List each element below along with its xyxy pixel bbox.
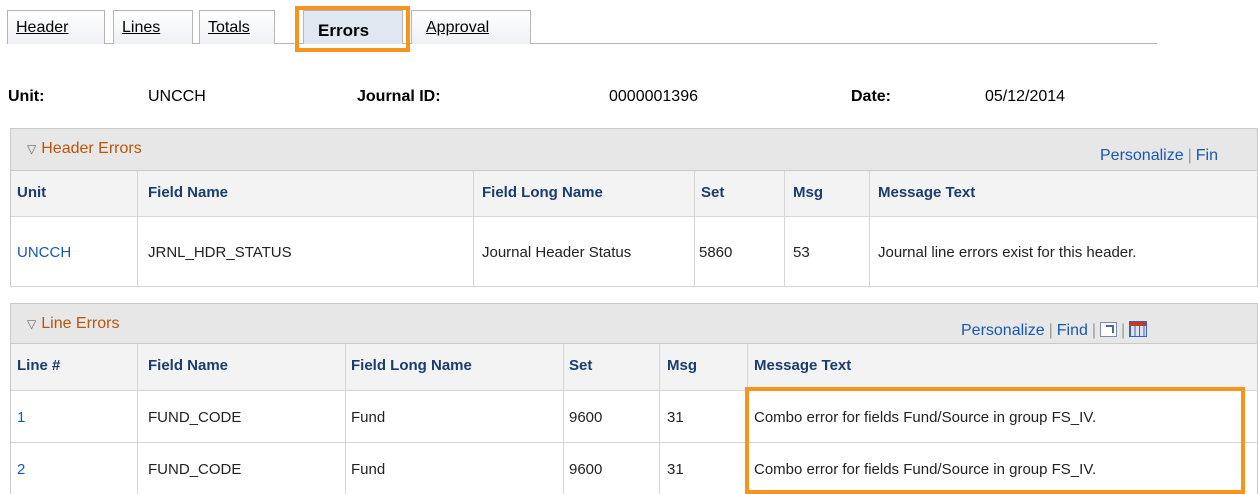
find-link[interactable]: Find bbox=[1057, 322, 1088, 339]
col-field-long-name[interactable]: Field Long Name bbox=[482, 184, 603, 201]
journal-id-value: 0000001396 bbox=[609, 88, 698, 105]
line-errors-links: Personalize | Find | | bbox=[961, 321, 1148, 340]
tab-totals[interactable]: Totals bbox=[199, 10, 275, 44]
header-errors-grid: ▽ Header Errors Personalize | Fin Unit Fiel… bbox=[10, 128, 1258, 287]
message-text-cell: Journal line errors exist for this heade… bbox=[878, 244, 1137, 261]
field-name-cell: FUND_CODE bbox=[148, 461, 242, 478]
divider bbox=[137, 344, 138, 494]
date-label: Date: bbox=[851, 88, 892, 105]
field-long-name-cell: Fund bbox=[351, 409, 386, 426]
msg-cell: 31 bbox=[667, 461, 684, 478]
header-errors-title-bar: ▽ Header Errors Personalize | Fin bbox=[11, 129, 1257, 171]
field-long-name-cell: Journal Header Status bbox=[482, 244, 632, 261]
col-msg[interactable]: Msg bbox=[667, 357, 697, 374]
find-link[interactable]: Fin bbox=[1196, 147, 1218, 164]
col-message-text[interactable]: Message Text bbox=[754, 357, 851, 374]
date-value: 05/12/2014 bbox=[985, 88, 1066, 105]
set-cell: 9600 bbox=[569, 461, 603, 478]
col-unit[interactable]: Unit bbox=[17, 184, 46, 201]
col-line-number[interactable]: Line # bbox=[17, 357, 60, 374]
col-msg[interactable]: Msg bbox=[793, 184, 823, 201]
line-errors-column-header: Line # Field Name Field Long Name Set Ms… bbox=[11, 344, 1257, 391]
col-set[interactable]: Set bbox=[569, 357, 592, 374]
divider bbox=[869, 171, 870, 287]
field-name-cell: JRNL_HDR_STATUS bbox=[148, 244, 292, 261]
divider bbox=[473, 171, 474, 287]
msg-cell: 53 bbox=[793, 244, 810, 261]
tab-lines[interactable]: Lines bbox=[113, 10, 193, 44]
download-spreadsheet-icon[interactable] bbox=[1129, 321, 1148, 337]
col-set[interactable]: Set bbox=[701, 184, 724, 201]
message-text-highlight bbox=[745, 387, 1245, 494]
unit-value: UNCCH bbox=[148, 88, 206, 105]
line-number-link[interactable]: 2 bbox=[17, 461, 25, 478]
line-errors-title-text: Line Errors bbox=[41, 315, 120, 332]
divider bbox=[345, 344, 346, 494]
divider bbox=[563, 344, 564, 494]
set-cell: 9600 bbox=[569, 409, 603, 426]
link-separator: | bbox=[1187, 147, 1192, 164]
msg-cell: 31 bbox=[667, 409, 684, 426]
set-cell: 5860 bbox=[699, 244, 733, 261]
tab-header[interactable]: Header bbox=[7, 10, 105, 44]
link-separator: | bbox=[1048, 322, 1053, 339]
tab-approval[interactable]: Approval bbox=[411, 10, 531, 44]
link-separator: | bbox=[1121, 322, 1126, 339]
divider bbox=[659, 344, 660, 494]
col-field-long-name[interactable]: Field Long Name bbox=[351, 357, 472, 374]
header-errors-title-text: Header Errors bbox=[41, 140, 142, 157]
collapse-triangle-icon[interactable]: ▽ bbox=[27, 317, 36, 331]
unit-label: Unit: bbox=[8, 88, 45, 105]
unit-link[interactable]: UNCCH bbox=[17, 244, 71, 261]
collapse-triangle-icon[interactable]: ▽ bbox=[27, 142, 36, 156]
field-long-name-cell: Fund bbox=[351, 461, 386, 478]
table-row: UNCCH JRNL_HDR_STATUS Journal Header Sta… bbox=[11, 217, 1257, 287]
tab-bar: Header Lines Totals Errors Approval bbox=[7, 10, 1258, 48]
link-separator: | bbox=[1091, 322, 1097, 339]
line-errors-title[interactable]: ▽ Line Errors bbox=[27, 315, 119, 333]
header-errors-title[interactable]: ▽ Header Errors bbox=[27, 140, 142, 158]
line-errors-title-bar: ▽ Line Errors Personalize | Find | | bbox=[11, 304, 1257, 344]
personalize-link[interactable]: Personalize bbox=[961, 322, 1045, 339]
line-number-link[interactable]: 1 bbox=[17, 409, 25, 426]
personalize-link[interactable]: Personalize bbox=[1100, 147, 1184, 164]
header-errors-column-header: Unit Field Name Field Long Name Set Msg … bbox=[11, 171, 1257, 217]
col-message-text[interactable]: Message Text bbox=[878, 184, 975, 201]
divider bbox=[137, 171, 138, 287]
col-field-name[interactable]: Field Name bbox=[148, 184, 228, 201]
journal-id-label: Journal ID: bbox=[357, 88, 441, 105]
header-errors-links: Personalize | Fin bbox=[1100, 147, 1218, 165]
view-all-icon[interactable] bbox=[1100, 322, 1118, 337]
col-field-name[interactable]: Field Name bbox=[148, 357, 228, 374]
field-name-cell: FUND_CODE bbox=[148, 409, 242, 426]
errors-tab-highlight bbox=[295, 6, 410, 52]
divider bbox=[784, 171, 785, 287]
divider bbox=[694, 171, 695, 287]
